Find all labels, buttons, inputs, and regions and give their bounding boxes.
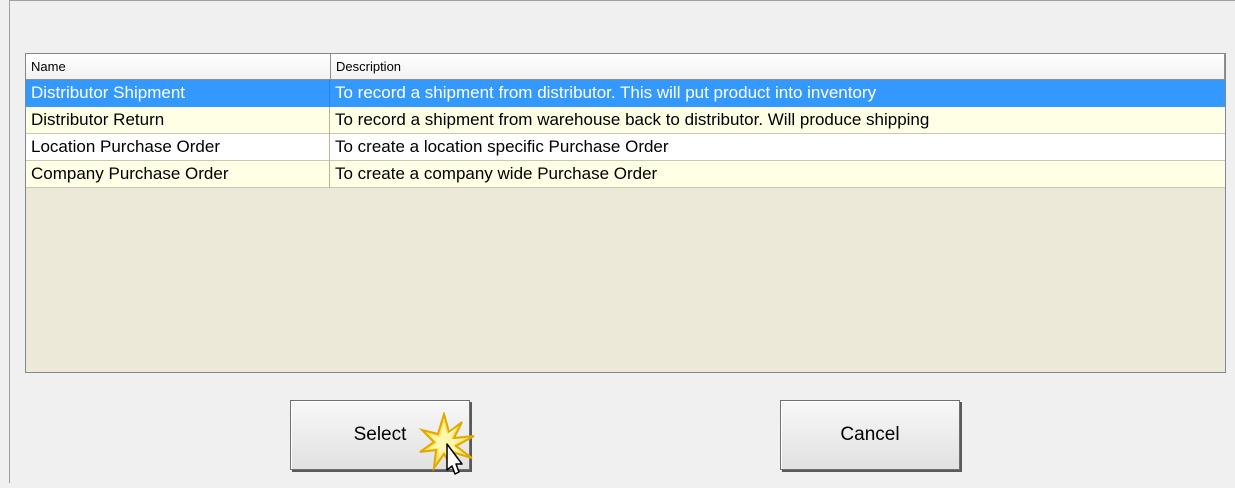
list-row-distributor-return[interactable]: Distributor Return To record a shipment … [26, 107, 1225, 134]
row-description-cell: To record a shipment from warehouse back… [335, 110, 930, 129]
list-row-company-purchase-order[interactable]: Company Purchase Order To create a compa… [26, 161, 1225, 188]
row-name-cell: Distributor Return [26, 107, 330, 134]
window-top-border [10, 0, 1235, 1]
column-header-description[interactable]: Description [331, 54, 1225, 79]
row-description-cell: To create a location specific Purchase O… [335, 137, 669, 156]
pointer-cursor-icon [446, 443, 463, 475]
list-row-distributor-shipment[interactable]: Distributor Shipment To record a shipmen… [26, 80, 1225, 107]
list-row-location-purchase-order[interactable]: Location Purchase Order To create a loca… [26, 134, 1225, 161]
transaction-type-list[interactable]: Name Description Distributor Shipment To… [25, 53, 1226, 373]
window-left-border [9, 0, 10, 483]
row-name-cell: Company Purchase Order [26, 161, 330, 188]
column-header-name[interactable]: Name [26, 54, 331, 79]
row-name-cell: Distributor Shipment [26, 80, 330, 107]
list-header: Name Description [26, 54, 1225, 80]
row-name-cell: Location Purchase Order [26, 134, 330, 161]
cancel-button[interactable]: Cancel [780, 400, 960, 470]
cursor-overlay [418, 410, 488, 483]
dialog-window: Name Description Distributor Shipment To… [0, 0, 1235, 483]
row-description-cell: To record a shipment from distributor. T… [335, 83, 877, 102]
row-description-cell: To create a company wide Purchase Order [335, 164, 658, 183]
